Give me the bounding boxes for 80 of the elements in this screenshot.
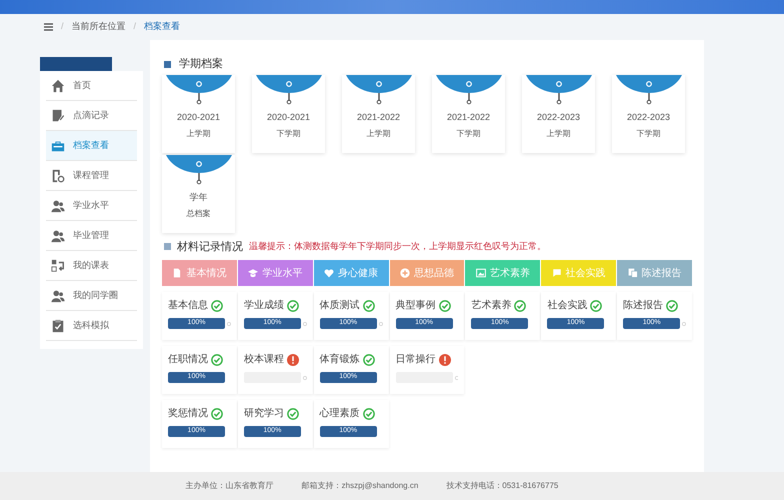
document-icon — [51, 168, 65, 182]
semester-term: 上学期 — [186, 128, 210, 140]
material-label: 校本课程 — [244, 352, 284, 367]
semester-card[interactable]: 2022-2023 下学期 — [612, 74, 685, 152]
material-label: 典型事例 — [396, 298, 436, 313]
folder-clip-icon — [616, 74, 682, 104]
material-label: 陈述报告 — [623, 298, 664, 313]
folder-clip-icon — [526, 74, 592, 104]
sidebar-item[interactable]: 我的课表 — [46, 251, 137, 281]
graduation-cap-icon — [248, 268, 258, 278]
section-marker-icon — [164, 243, 171, 250]
footer-text: 技术支持电话：0531-81676775 — [446, 480, 558, 492]
section-title: 学期档案 — [179, 56, 223, 72]
semester-term: 下学期 — [276, 128, 300, 140]
clipboard-icon — [51, 318, 65, 332]
semester-card[interactable]: 学年 总档案 — [162, 154, 235, 232]
footer-text: 主办单位：山东省教育厅 — [186, 480, 274, 492]
folder-clip-icon — [166, 74, 232, 104]
notice-text: 温馨提示：体测数据每学年下学期同步一次，上学期显示红色叹号为正常。 — [249, 240, 546, 253]
semester-card[interactable]: 2020-2021 上学期 — [162, 74, 235, 152]
note-icon — [51, 108, 65, 122]
users-icon — [51, 228, 65, 242]
users-icon — [51, 198, 65, 212]
document-icon — [172, 268, 182, 278]
heart-icon — [324, 268, 334, 278]
semester-term: 上学期 — [366, 128, 390, 140]
material-card[interactable]: 日常操行 — [390, 346, 464, 394]
users-icon — [51, 288, 65, 302]
sidebar-item[interactable]: 课程管理 — [46, 161, 137, 191]
material-label: 基本信息 — [168, 298, 208, 313]
footer-text: 邮箱支持：zhszpj@shandong.cn — [302, 480, 418, 492]
folder-clip-icon — [346, 74, 412, 104]
sidebar-item[interactable]: 选科模拟 — [46, 311, 137, 341]
sidebar-header — [40, 57, 112, 71]
semester-year: 2022-2023 — [626, 110, 670, 124]
semester-card[interactable]: 2021-2022 上学期 — [342, 74, 415, 152]
material-label: 研究学习 — [244, 406, 284, 421]
material-label: 任职情况 — [168, 352, 208, 367]
material-label: 日常操行 — [396, 352, 436, 367]
semester-year: 2021-2022 — [356, 110, 400, 124]
material-label: 学业成绩 — [244, 298, 284, 313]
plus-circle-icon — [400, 268, 410, 278]
image-icon — [476, 268, 486, 278]
semester-year: 2021-2022 — [446, 110, 490, 124]
home-icon — [51, 78, 65, 92]
sidebar-item[interactable]: 学业水平 — [46, 191, 137, 221]
semester-card[interactable]: 2021-2022 下学期 — [432, 74, 505, 152]
breadcrumb-separator: / — [61, 20, 64, 34]
semester-card[interactable]: 2022-2023 上学期 — [522, 74, 595, 152]
copy-icon — [628, 268, 638, 278]
briefcase-icon — [51, 138, 65, 152]
semester-year: 2020-2021 — [266, 110, 310, 124]
folder-clip-icon — [436, 74, 502, 104]
semester-year: 学年 — [190, 190, 208, 204]
material-card[interactable]: 校本课程 — [238, 346, 313, 394]
material-label: 奖惩情况 — [168, 406, 208, 421]
material-label: 心理素质 — [320, 406, 360, 421]
breadcrumb-link[interactable]: 档案查看 — [144, 20, 180, 34]
material-label: 体质测试 — [320, 298, 360, 313]
section-title: 材料记录情况 — [177, 240, 243, 254]
breadcrumb-label: 当前所在位置 — [72, 20, 126, 34]
folder-clip-icon — [166, 154, 232, 184]
sidebar-item[interactable]: 我的同学圈 — [46, 281, 137, 311]
sidebar-item[interactable]: 毕业管理 — [46, 221, 137, 251]
swap-icon — [51, 258, 65, 272]
semester-year: 2022-2023 — [536, 110, 580, 124]
material-label: 艺术素养 — [471, 298, 512, 313]
section-marker-icon — [164, 60, 171, 68]
material-label: 社会实践 — [547, 298, 588, 313]
semester-term: 下学期 — [456, 128, 480, 140]
sidebar-item[interactable]: 首页 — [46, 71, 137, 101]
semester-term: 上学期 — [546, 128, 570, 140]
semester-term: 下学期 — [636, 128, 660, 140]
folder-clip-icon — [256, 74, 322, 104]
semester-term: 总档案 — [186, 208, 210, 220]
semester-year: 2020-2021 — [176, 110, 220, 124]
menu-icon[interactable] — [44, 23, 53, 31]
semester-card[interactable]: 2020-2021 下学期 — [252, 74, 325, 152]
breadcrumb-separator: / — [134, 20, 136, 34]
material-label: 体育锻炼 — [320, 352, 360, 367]
